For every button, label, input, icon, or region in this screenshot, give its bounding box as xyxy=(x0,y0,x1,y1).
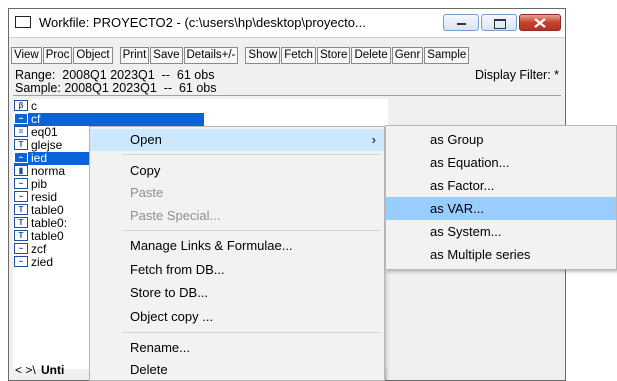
details-button[interactable]: Details+/- xyxy=(183,47,239,64)
beta-icon: β xyxy=(14,100,28,111)
title-bar[interactable]: Workfile: PROYECTO2 - (c:\users\hp\deskt… xyxy=(9,9,565,38)
menu-item-label: Open xyxy=(130,132,162,147)
context-menu: Open › Copy Paste Paste Special... Manag… xyxy=(89,126,385,381)
submenu-item-as-group[interactable]: as Group xyxy=(386,128,616,151)
menu-separator xyxy=(122,154,380,155)
table-icon: T xyxy=(14,204,28,215)
window-title: Workfile: PROYECTO2 - (c:\users\hp\deskt… xyxy=(39,15,366,30)
table-icon: T xyxy=(14,217,28,228)
menu-item-manage-links[interactable]: Manage Links & Formulae... xyxy=(90,235,384,257)
menu-item-delete[interactable]: Delete xyxy=(90,359,384,381)
proc-button[interactable]: Proc xyxy=(42,47,73,64)
save-button[interactable]: Save xyxy=(150,47,183,64)
table-icon: T xyxy=(14,230,28,241)
object-name: norma xyxy=(31,164,66,178)
show-button[interactable]: Show xyxy=(245,47,281,64)
window-icon xyxy=(15,16,31,28)
series-icon: ~ xyxy=(14,256,28,267)
series-icon: ~ xyxy=(14,243,28,254)
submenu-item-as-equation[interactable]: as Equation... xyxy=(386,151,616,174)
tab-nav-arrows[interactable]: < >\ xyxy=(15,363,36,377)
menu-item-fetch-db[interactable]: Fetch from DB... xyxy=(90,259,384,281)
range-info[interactable]: Range: 2008Q1 2023Q1 -- 61 obs xyxy=(15,68,214,82)
table-icon: T xyxy=(14,139,28,150)
series-icon: ~ xyxy=(14,113,28,124)
minimize-button[interactable] xyxy=(443,14,479,31)
object-name: resid xyxy=(31,190,58,204)
divider xyxy=(13,95,561,96)
maximize-button[interactable] xyxy=(481,14,517,31)
series-icon: ~ xyxy=(14,152,28,163)
series-icon: ~ xyxy=(14,178,28,189)
object-name: table0 xyxy=(31,229,64,243)
submenu-item-as-multiple-series[interactable]: as Multiple series xyxy=(386,243,616,266)
object-name: pib xyxy=(31,177,48,191)
submenu-item-as-system[interactable]: as System... xyxy=(386,220,616,243)
workfile-tabs: < >\ Unti xyxy=(13,360,101,380)
chevron-right-icon: › xyxy=(371,132,376,147)
genr-button[interactable]: Genr xyxy=(391,47,424,64)
object-name: zied xyxy=(31,255,54,269)
workfile-toolbar: View Proc Object Print Save Details+/- S… xyxy=(11,47,470,65)
sample-info[interactable]: Sample: 2008Q1 2023Q1 -- 61 obs xyxy=(15,81,217,95)
object-name: table0 xyxy=(31,203,64,217)
print-button[interactable]: Print xyxy=(119,47,150,64)
minimize-icon xyxy=(457,23,466,25)
object-name: table0: xyxy=(31,216,68,230)
object-button[interactable]: Object xyxy=(73,47,113,64)
menu-item-open[interactable]: Open › xyxy=(90,129,384,151)
graph-icon: ▮ xyxy=(14,165,28,176)
menu-item-rename[interactable]: Rename... xyxy=(90,337,384,359)
store-button[interactable]: Store xyxy=(316,47,351,64)
menu-item-copy[interactable]: Copy xyxy=(90,160,384,182)
maximize-icon xyxy=(494,19,506,29)
toolbar-gap xyxy=(239,47,244,65)
delete-button[interactable]: Delete xyxy=(351,47,391,64)
menu-item-object-copy[interactable]: Object copy ... xyxy=(90,306,384,328)
submenu-item-as-factor[interactable]: as Factor... xyxy=(386,174,616,197)
close-button[interactable] xyxy=(519,14,561,31)
view-button[interactable]: View xyxy=(11,47,42,64)
menu-item-store-db[interactable]: Store to DB... xyxy=(90,282,384,304)
display-filter[interactable]: Display Filter: * xyxy=(475,68,559,82)
object-name: eq01 xyxy=(31,125,58,139)
menu-separator xyxy=(122,332,380,333)
equation-icon: = xyxy=(14,126,28,137)
object-name: ied xyxy=(31,151,48,165)
menu-item-paste-special: Paste Special... xyxy=(130,208,221,223)
fetch-button[interactable]: Fetch xyxy=(281,47,316,64)
menu-separator xyxy=(122,230,380,231)
sample-button[interactable]: Sample xyxy=(424,47,470,64)
toolbar-gap xyxy=(114,47,119,65)
series-icon: ~ xyxy=(14,191,28,202)
object-name: glejse xyxy=(31,138,63,152)
tab-untitled[interactable]: Unti xyxy=(41,363,64,377)
menu-item-paste: Paste xyxy=(130,185,164,200)
close-icon xyxy=(534,18,546,28)
submenu-item-as-var[interactable]: as VAR... xyxy=(386,197,616,220)
object-name: cf xyxy=(31,112,41,126)
object-name: zcf xyxy=(31,242,47,256)
list-item[interactable]: ~ zied xyxy=(14,256,53,269)
open-submenu: as Group as Equation... as Factor... as … xyxy=(385,125,617,270)
object-name: c xyxy=(31,99,37,113)
